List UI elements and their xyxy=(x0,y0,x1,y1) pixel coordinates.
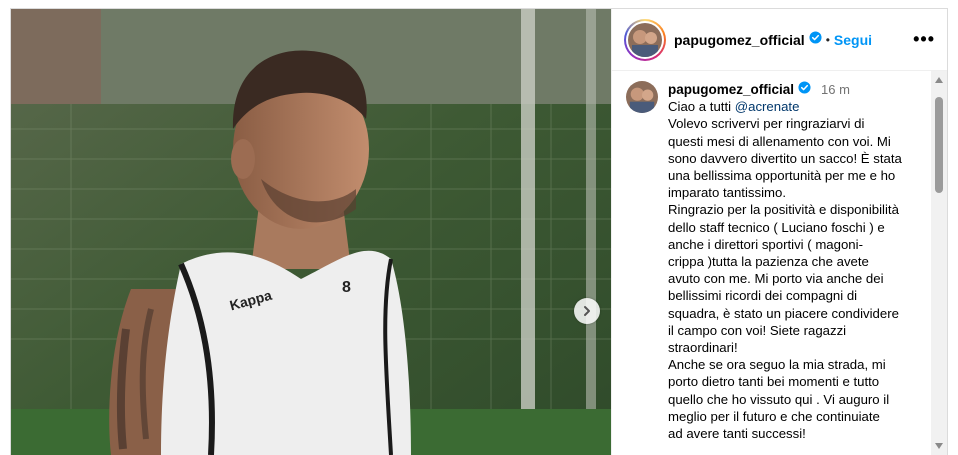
scroll-up-arrow-icon[interactable] xyxy=(935,77,943,83)
caption-line: sono davvero divertito un sacco! È stata xyxy=(668,150,902,166)
caption-line: ad avere tanti successi! xyxy=(668,426,806,442)
caption-line: questi mesi di allenamento con voi. Mi xyxy=(668,133,891,149)
caption-line: straordinari! xyxy=(668,340,738,356)
caption-line: Anche se ora seguo la mia strada, mi xyxy=(668,357,886,373)
verified-badge-icon xyxy=(809,30,822,49)
caption-line: avuto con me. Mi porto via anche dei xyxy=(668,271,884,287)
caption-avatar[interactable] xyxy=(626,81,658,113)
more-options-icon[interactable]: ••• xyxy=(913,29,935,50)
header-username[interactable]: papugomez_official xyxy=(674,32,805,48)
caption-line: dello staff tecnico ( Luciano foschi ) e xyxy=(668,219,885,235)
scroll-down-arrow-icon[interactable] xyxy=(935,443,943,449)
instagram-post: Kappa 8 papugomez_official • Segui ••• p… xyxy=(10,8,948,455)
post-photo: Kappa 8 xyxy=(11,9,611,455)
post-time[interactable]: 16 m xyxy=(821,81,850,98)
next-slide-button[interactable] xyxy=(574,298,600,324)
verified-badge-icon xyxy=(798,81,811,98)
caption-line: quello che ho vissuto qui . Vi auguro il xyxy=(668,391,890,407)
caption-line: Ringrazio per la positività e disponibil… xyxy=(668,202,899,218)
separator-dot: • xyxy=(825,32,830,47)
caption-scrollbar[interactable] xyxy=(931,71,947,455)
post-side-panel: papugomez_official • Segui ••• papugomez… xyxy=(611,9,947,455)
caption-line: una bellissima opportunità per me e ho xyxy=(668,168,896,184)
post-header: papugomez_official • Segui ••• xyxy=(612,9,947,71)
caption-line: squadra, è stato un piacere condividere xyxy=(668,305,899,321)
mention-link[interactable]: @acrenate xyxy=(735,99,800,114)
scrollbar-thumb[interactable] xyxy=(935,97,943,193)
caption-greeting: Ciao a tutti @acrenate xyxy=(668,99,800,115)
shirt-number: 8 xyxy=(342,279,351,296)
story-ring[interactable] xyxy=(624,18,666,61)
post-media[interactable]: Kappa 8 xyxy=(11,9,611,455)
caption-body: papugomez_official 16 m Ciao a tutti @ac… xyxy=(668,81,918,442)
caption-comment: papugomez_official 16 m Ciao a tutti @ac… xyxy=(612,71,932,442)
caption-username[interactable]: papugomez_official xyxy=(668,81,794,98)
caption-line: Volevo scrivervi per ringraziarvi di xyxy=(668,116,865,132)
caption-line: il campo con voi! Siete ragazzi xyxy=(668,322,847,338)
caption-line: porto dietro tanti bei momenti e tutto xyxy=(668,374,880,390)
chevron-right-icon xyxy=(584,306,590,316)
follow-button[interactable]: Segui xyxy=(834,32,872,48)
caption-line: anche i direttori sportivi ( magoni- xyxy=(668,236,863,252)
caption-line: imparato tantissimo. xyxy=(668,185,786,201)
caption-line: bellissimi ricordi dei compagni di xyxy=(668,288,858,304)
avatar xyxy=(628,22,662,57)
caption-scroll-area[interactable]: papugomez_official 16 m Ciao a tutti @ac… xyxy=(612,71,932,455)
caption-line: meglio per il futuro e che continuiate xyxy=(668,408,880,424)
caption-line: crippa )tutta la pazienza che avete xyxy=(668,254,869,270)
